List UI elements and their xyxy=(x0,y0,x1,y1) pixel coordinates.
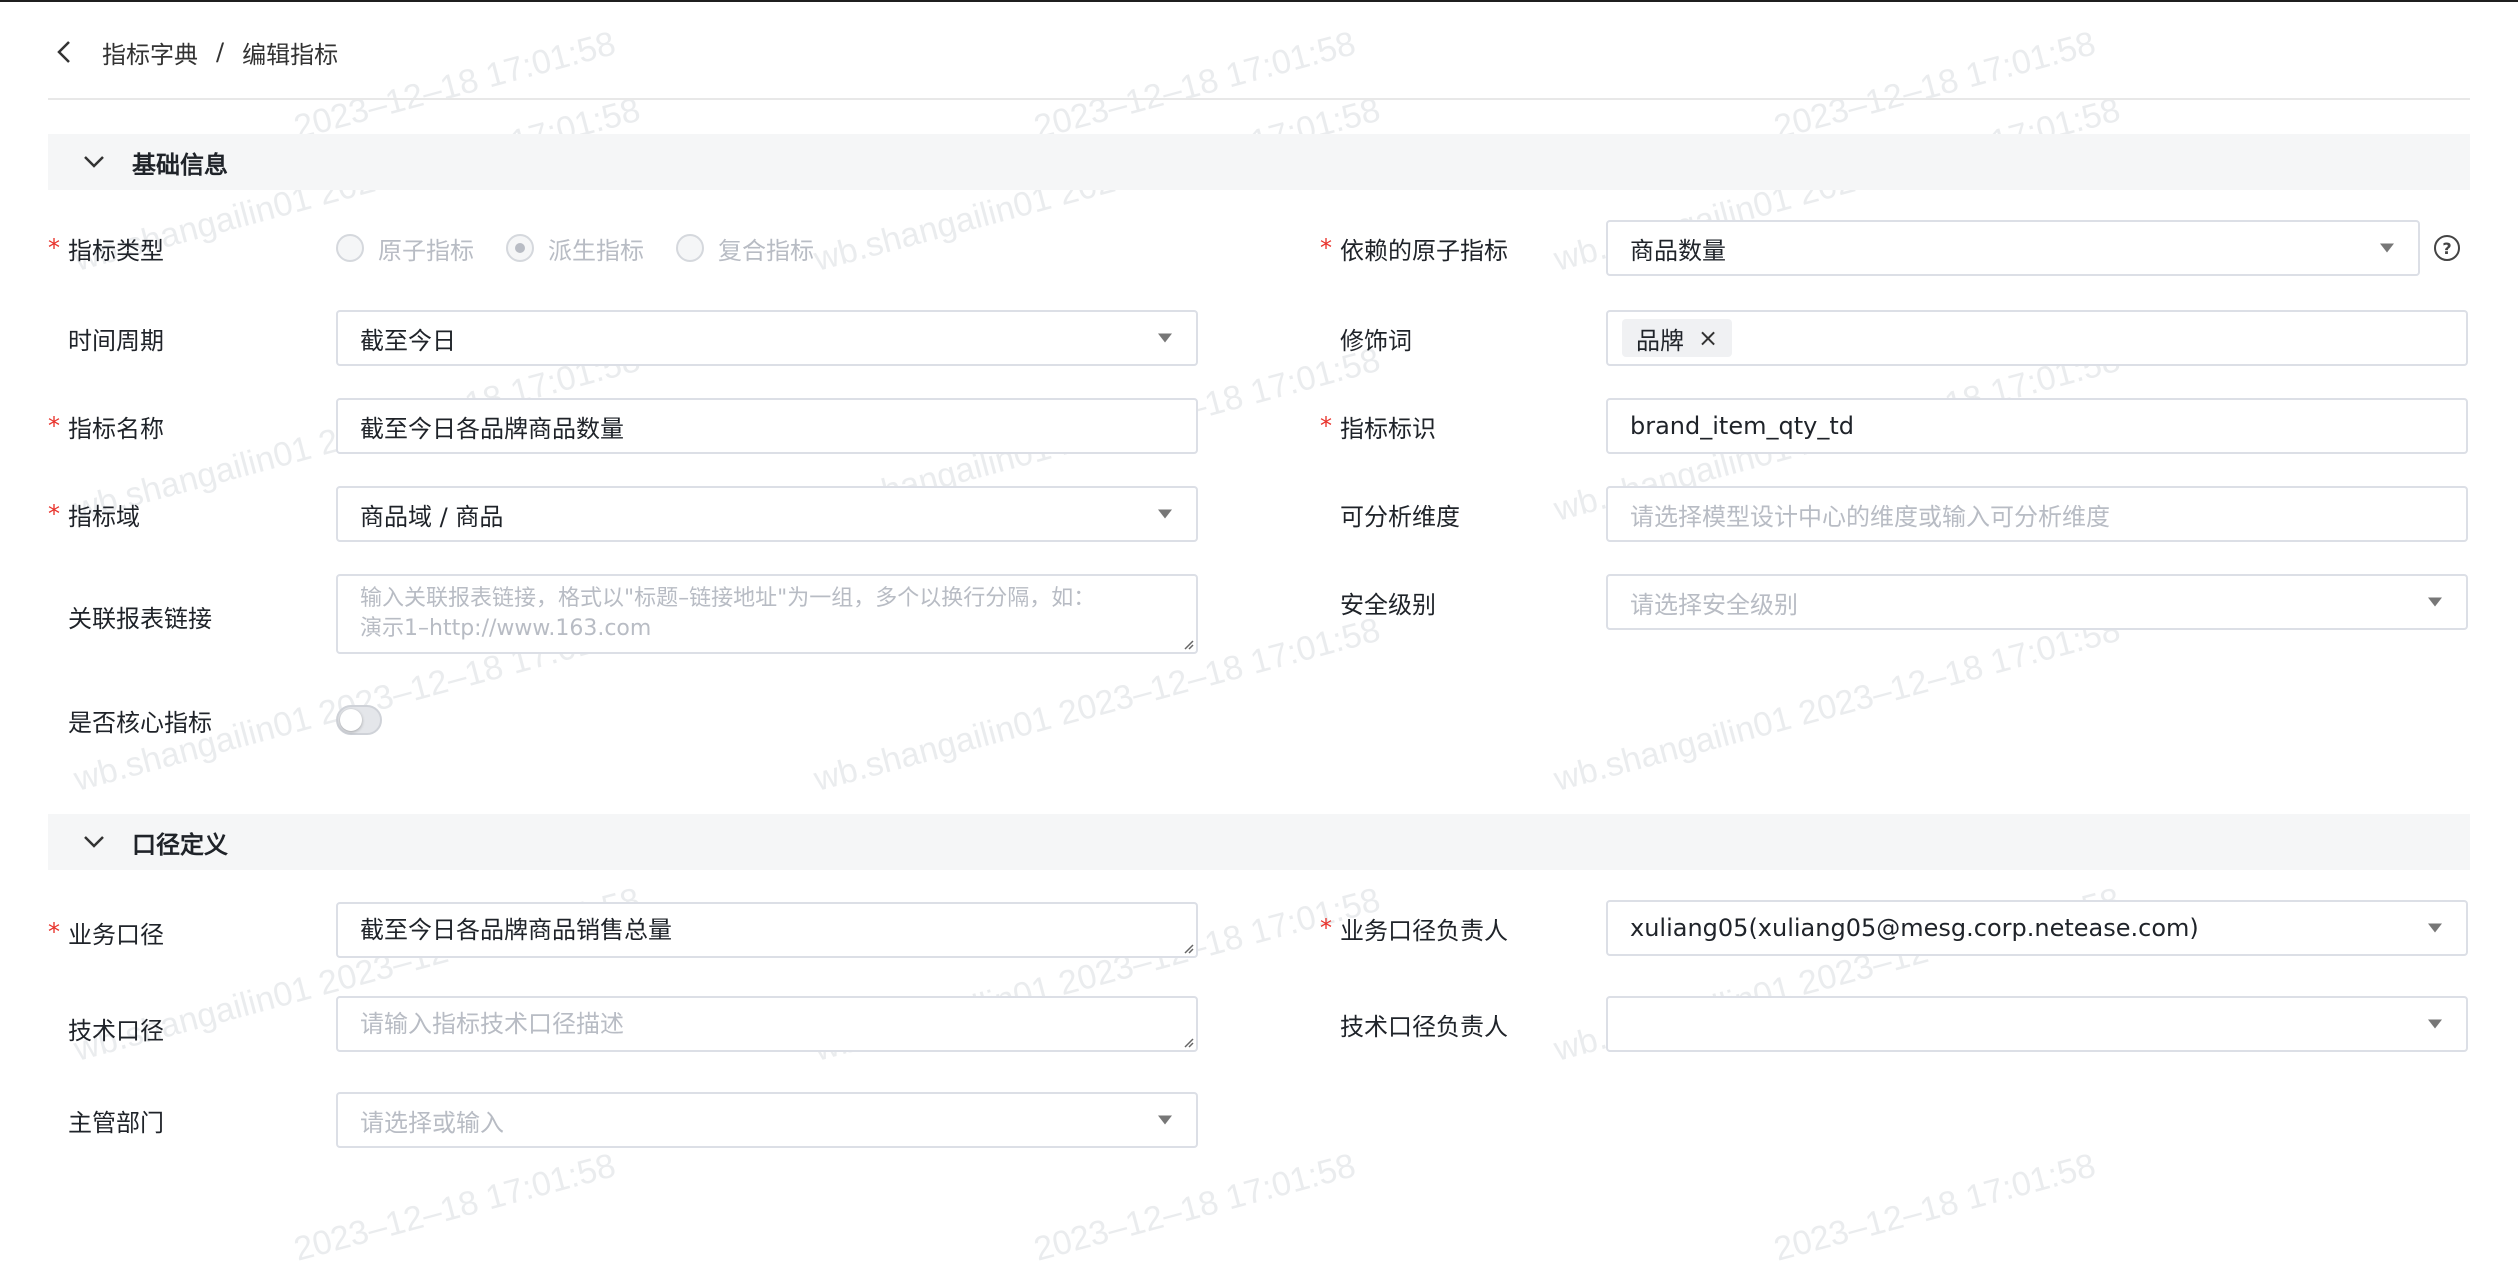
technical-owner-select[interactable] xyxy=(1606,996,2468,1052)
watermark: 2023–12–18 17:01:58 xyxy=(1770,1146,2100,1264)
business-owner-label: * 业务口径负责人 xyxy=(1320,914,1508,945)
toggle-knob xyxy=(340,709,362,731)
resize-grip-icon[interactable] xyxy=(1180,940,1194,954)
watermark: 2023–12–18 17:01:58 xyxy=(290,24,620,147)
required-mark: * xyxy=(1320,914,1332,942)
dropdown-arrow-icon xyxy=(2380,243,2394,253)
section-basic-title: 基础信息 xyxy=(132,150,228,179)
technical-owner-label: 技术口径负责人 xyxy=(1340,1012,1508,1041)
dimensions-label: 可分析维度 xyxy=(1340,502,1460,531)
security-select[interactable]: 请选择安全级别 xyxy=(1606,574,2468,630)
radio-atomic[interactable]: 原子指标 xyxy=(336,231,474,266)
security-label: 安全级别 xyxy=(1340,590,1436,619)
required-mark: * xyxy=(48,918,60,946)
watermark: 2023–12–18 17:01:58 xyxy=(1770,24,2100,147)
time-period-label: 时间周期 xyxy=(68,326,164,355)
required-mark: * xyxy=(1320,412,1332,440)
report-link-label: 关联报表链接 xyxy=(68,604,212,633)
chevron-down-icon xyxy=(80,148,108,176)
watermark: 2023–12–18 17:01:58 xyxy=(290,1146,620,1264)
business-owner-select[interactable]: xuliang05(xuliang05@mesg.corp.netease.co… xyxy=(1606,900,2468,956)
modifier-tag: 品牌 × xyxy=(1622,319,1733,357)
resize-grip-icon[interactable] xyxy=(1180,636,1194,650)
dropdown-arrow-icon xyxy=(2428,1019,2442,1029)
metric-name-label: * 指标名称 xyxy=(48,412,164,443)
section-caliber-title: 口径定义 xyxy=(132,830,228,859)
metric-type-label: * 指标类型 xyxy=(48,234,164,265)
required-mark: * xyxy=(48,500,60,528)
dropdown-arrow-icon xyxy=(1158,509,1172,519)
section-caliber-header[interactable]: 口径定义 xyxy=(48,814,2470,870)
core-label: 是否核心指标 xyxy=(68,708,212,737)
resize-grip-icon[interactable] xyxy=(1180,1034,1194,1048)
depends-on-select[interactable]: 商品数量 xyxy=(1606,220,2420,276)
business-caliber-textarea[interactable]: 截至今日各品牌商品销售总量 xyxy=(336,902,1198,958)
back-chevron-icon[interactable] xyxy=(48,36,80,68)
watermark: 2023–12–18 17:01:58 xyxy=(1030,24,1360,147)
radio-icon xyxy=(676,234,704,262)
metric-code-input[interactable]: brand_item_qty_td xyxy=(1606,398,2468,454)
watermark: 2023–12–18 17:01:58 xyxy=(1030,1146,1360,1264)
breadcrumb-separator: / xyxy=(216,38,225,66)
report-link-textarea[interactable]: 输入关联报表链接，格式以"标题–链接地址"为一组，多个以换行分隔，如： 演示1–h… xyxy=(336,574,1198,654)
metric-name-input[interactable]: 截至今日各品牌商品数量 xyxy=(336,398,1198,454)
modifier-select[interactable]: 品牌 × xyxy=(1606,310,2468,366)
required-mark: * xyxy=(48,234,60,262)
metric-code-label: * 指标标识 xyxy=(1320,412,1436,443)
dimensions-input[interactable]: 请选择模型设计中心的维度或输入可分析维度 xyxy=(1606,486,2468,542)
breadcrumb-parent[interactable]: 指标字典 xyxy=(102,35,198,70)
close-icon[interactable]: × xyxy=(1698,324,1718,352)
department-select[interactable]: 请选择或输入 xyxy=(336,1092,1198,1148)
department-label: 主管部门 xyxy=(68,1108,164,1137)
dropdown-arrow-icon xyxy=(2428,597,2442,607)
radio-checked-icon xyxy=(506,234,534,262)
divider xyxy=(48,98,2470,100)
business-caliber-label: * 业务口径 xyxy=(48,918,164,949)
technical-caliber-textarea[interactable]: 请输入指标技术口径描述 xyxy=(336,996,1198,1052)
breadcrumb-current: 编辑指标 xyxy=(242,40,339,69)
help-question-icon[interactable]: ? xyxy=(2434,235,2460,261)
modifier-label: 修饰词 xyxy=(1340,326,1412,355)
time-period-select[interactable]: 截至今日 xyxy=(336,310,1198,366)
core-toggle[interactable] xyxy=(336,705,382,735)
required-mark: * xyxy=(1320,234,1332,262)
radio-composite[interactable]: 复合指标 xyxy=(676,231,814,266)
metric-type-radio-group: 原子指标 派生指标 复合指标 xyxy=(336,220,846,276)
radio-derived[interactable]: 派生指标 xyxy=(506,231,644,266)
dropdown-arrow-icon xyxy=(1158,1115,1172,1125)
technical-caliber-label: 技术口径 xyxy=(68,1016,164,1045)
section-basic-header[interactable]: 基础信息 xyxy=(48,134,2470,190)
watermark: wb.shangailin01 2023–12–18 17:01:58 xyxy=(1550,610,2125,799)
required-mark: * xyxy=(48,412,60,440)
dropdown-arrow-icon xyxy=(2428,923,2442,933)
depends-on-label: * 依赖的原子指标 xyxy=(1320,234,1508,265)
chevron-down-icon xyxy=(80,828,108,856)
domain-label: * 指标域 xyxy=(48,500,140,531)
dropdown-arrow-icon xyxy=(1158,333,1172,343)
radio-icon xyxy=(336,234,364,262)
breadcrumb: 指标字典 / 编辑指标 xyxy=(48,32,338,72)
domain-select[interactable]: 商品域 / 商品 xyxy=(336,486,1198,542)
